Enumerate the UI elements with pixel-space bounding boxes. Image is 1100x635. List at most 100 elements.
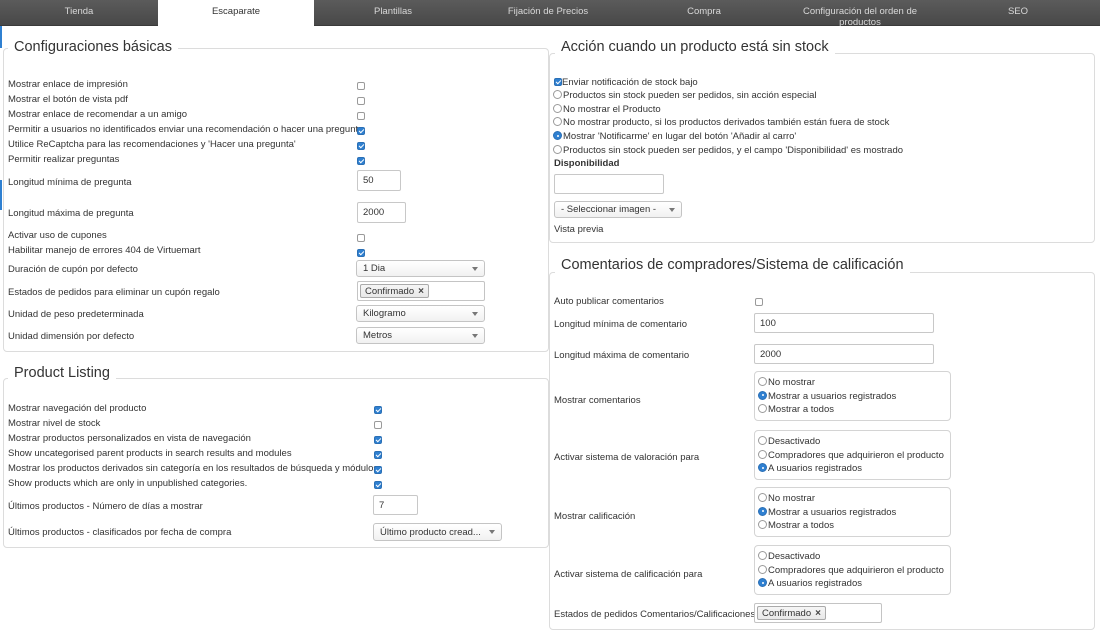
remove-tag-icon[interactable]: × <box>418 286 424 297</box>
radio-unselected[interactable] <box>758 436 767 445</box>
dimension-unit-label: Unidad dimensión por defecto <box>8 331 135 342</box>
show-comments-options: No mostrar Mostrar a usuarios registrado… <box>754 371 951 421</box>
latest-days-input[interactable]: 7 <box>373 495 418 515</box>
radio-option[interactable]: Mostrar a usuarios registrados <box>758 506 947 520</box>
radio-selected[interactable] <box>758 463 767 472</box>
radio-unselected[interactable] <box>758 564 767 574</box>
stock-level-checkbox[interactable] <box>374 421 382 429</box>
reviews-title: Comentarios de compradores/Sistema de ca… <box>555 256 910 274</box>
tab-compra[interactable]: Compra <box>624 0 784 26</box>
recaptcha-checkbox[interactable] <box>357 142 365 150</box>
unpublished-categories-checkbox[interactable] <box>374 481 382 489</box>
radio-option[interactable]: No mostrar <box>758 492 947 506</box>
coupon-duration-value: 1 Dia <box>363 263 386 274</box>
latest-sorted-value: Último producto cread... <box>380 526 481 538</box>
anon-recommend-label: Permitir a usuarios no identificados env… <box>8 124 364 135</box>
radio-selected[interactable] <box>758 578 767 587</box>
max-question-input[interactable]: 2000 <box>357 202 406 223</box>
rating-system-label: Activar sistema de valoración para <box>554 452 700 463</box>
latest-sorted-label: Últimos productos - clasificados por fec… <box>8 527 232 538</box>
image-select-value: - Seleccionar imagen - <box>561 204 657 215</box>
weight-unit-select[interactable]: Kilogramo <box>356 305 485 322</box>
max-question-label: Longitud máxima de pregunta <box>8 208 134 219</box>
radio-unselected[interactable] <box>758 377 767 386</box>
radio-unselected[interactable] <box>553 104 562 113</box>
coupons-checkbox[interactable] <box>357 234 365 242</box>
allow-questions-checkbox[interactable] <box>357 157 365 165</box>
stock-option[interactable]: No mostrar el Producto <box>553 104 661 116</box>
radio-unselected[interactable] <box>758 520 767 529</box>
tab-plantillas[interactable]: Plantillas <box>314 0 472 26</box>
radio-unselected[interactable] <box>553 117 562 126</box>
radio-selected[interactable] <box>758 506 767 516</box>
radio-unselected[interactable] <box>758 551 767 560</box>
status-tag: Confirmado × <box>360 284 429 298</box>
product-listing-title: Product Listing <box>8 364 116 382</box>
derived-products-checkbox[interactable] <box>374 466 382 474</box>
radio-unselected[interactable] <box>758 449 767 459</box>
product-nav-checkbox[interactable] <box>374 406 382 414</box>
custom-products-label: Mostrar productos personalizados en vist… <box>8 433 251 444</box>
tab-fijacion-precios[interactable]: Fijación de Precios <box>472 0 624 26</box>
radio-option[interactable]: Mostrar a todos <box>758 519 947 533</box>
min-comment-input[interactable]: 100 <box>754 313 934 333</box>
radio-option[interactable]: Desactivado <box>758 435 947 449</box>
radio-unselected[interactable] <box>758 404 767 413</box>
coupon-duration-select[interactable]: 1 Dia <box>356 260 485 277</box>
tab-escaparate[interactable]: Escaparate <box>158 0 314 27</box>
latest-sorted-select[interactable]: Último producto cread... <box>373 523 502 541</box>
radio-unselected[interactable] <box>553 90 562 99</box>
radio-option[interactable]: No mostrar <box>758 376 947 390</box>
min-question-input[interactable]: 50 <box>357 170 401 191</box>
recommend-friend-checkbox[interactable] <box>357 112 365 120</box>
review-states-label: Estados de pedidos Comentarios/Calificac… <box>554 609 756 620</box>
custom-products-checkbox[interactable] <box>374 436 382 444</box>
tab-seo[interactable]: SEO <box>936 0 1100 26</box>
tab-configuracion-orden[interactable]: Configuración del orden de productos <box>784 0 936 26</box>
remove-tag-icon[interactable]: × <box>815 608 821 619</box>
review-states-field[interactable]: Confirmado × <box>754 603 882 623</box>
tab-tienda[interactable]: Tienda <box>0 0 158 26</box>
stock-option-label: Mostrar 'Notificarme' en lugar del botón… <box>563 131 797 142</box>
image-select[interactable]: - Seleccionar imagen - <box>554 201 682 218</box>
coupon-states-field[interactable]: Confirmado × <box>357 281 485 301</box>
show-rating-options: No mostrar Mostrar a usuarios registrado… <box>754 487 951 537</box>
radio-option[interactable]: Compradores que adquirieron el producto <box>758 564 947 578</box>
recommend-friend-label: Mostrar enlace de recomendar a un amigo <box>8 109 188 120</box>
stock-option[interactable]: Mostrar 'Notificarme' en lugar del botón… <box>553 131 796 143</box>
radio-option[interactable]: A usuarios registrados <box>758 577 947 591</box>
max-comment-input[interactable]: 2000 <box>754 344 934 364</box>
option-label: Mostrar a usuarios registrados <box>768 390 897 402</box>
low-stock-notify-row[interactable]: Enviar notificación de stock bajo <box>554 77 698 89</box>
radio-option[interactable]: Mostrar a usuarios registrados <box>758 390 947 404</box>
print-link-label: Mostrar enlace de impresión <box>8 79 128 90</box>
stock-option[interactable]: Productos sin stock pueden ser pedidos, … <box>553 90 816 102</box>
print-link-checkbox[interactable] <box>357 82 365 90</box>
option-label: Desactivado <box>768 436 821 447</box>
availability-input[interactable] <box>554 174 664 194</box>
radio-selected[interactable] <box>553 131 562 140</box>
stock-option[interactable]: Productos sin stock pueden ser pedidos, … <box>553 145 903 157</box>
radio-option[interactable]: Desactivado <box>758 550 947 564</box>
radio-selected[interactable] <box>758 390 767 400</box>
radio-unselected[interactable] <box>758 493 767 502</box>
dimension-unit-select[interactable]: Metros <box>356 327 485 344</box>
anon-recommend-checkbox[interactable] <box>357 127 365 135</box>
low-stock-notify-checkbox[interactable] <box>554 78 562 86</box>
stock-option-label: Productos sin stock pueden ser pedidos, … <box>563 145 904 156</box>
stock-option[interactable]: No mostrar producto, si los productos de… <box>553 117 889 129</box>
allow-questions-label: Permitir realizar preguntas <box>8 154 120 165</box>
auto-publish-checkbox[interactable] <box>755 298 763 306</box>
radio-unselected[interactable] <box>553 145 562 154</box>
edge-marker <box>0 180 2 210</box>
radio-option[interactable]: Compradores que adquirieron el producto <box>758 449 947 463</box>
errors404-checkbox[interactable] <box>357 249 365 257</box>
uncategorised-parents-checkbox[interactable] <box>374 451 382 459</box>
latest-days-label: Últimos productos - Número de días a mos… <box>8 501 203 512</box>
radio-option[interactable]: A usuarios registrados <box>758 462 947 476</box>
pdf-button-checkbox[interactable] <box>357 97 365 105</box>
radio-option[interactable]: Mostrar a todos <box>758 403 947 417</box>
show-rating-label: Mostrar calificación <box>554 511 636 522</box>
uncategorised-parents-label: Show uncategorised parent products in se… <box>8 448 292 459</box>
option-label: Desactivado <box>768 551 821 562</box>
